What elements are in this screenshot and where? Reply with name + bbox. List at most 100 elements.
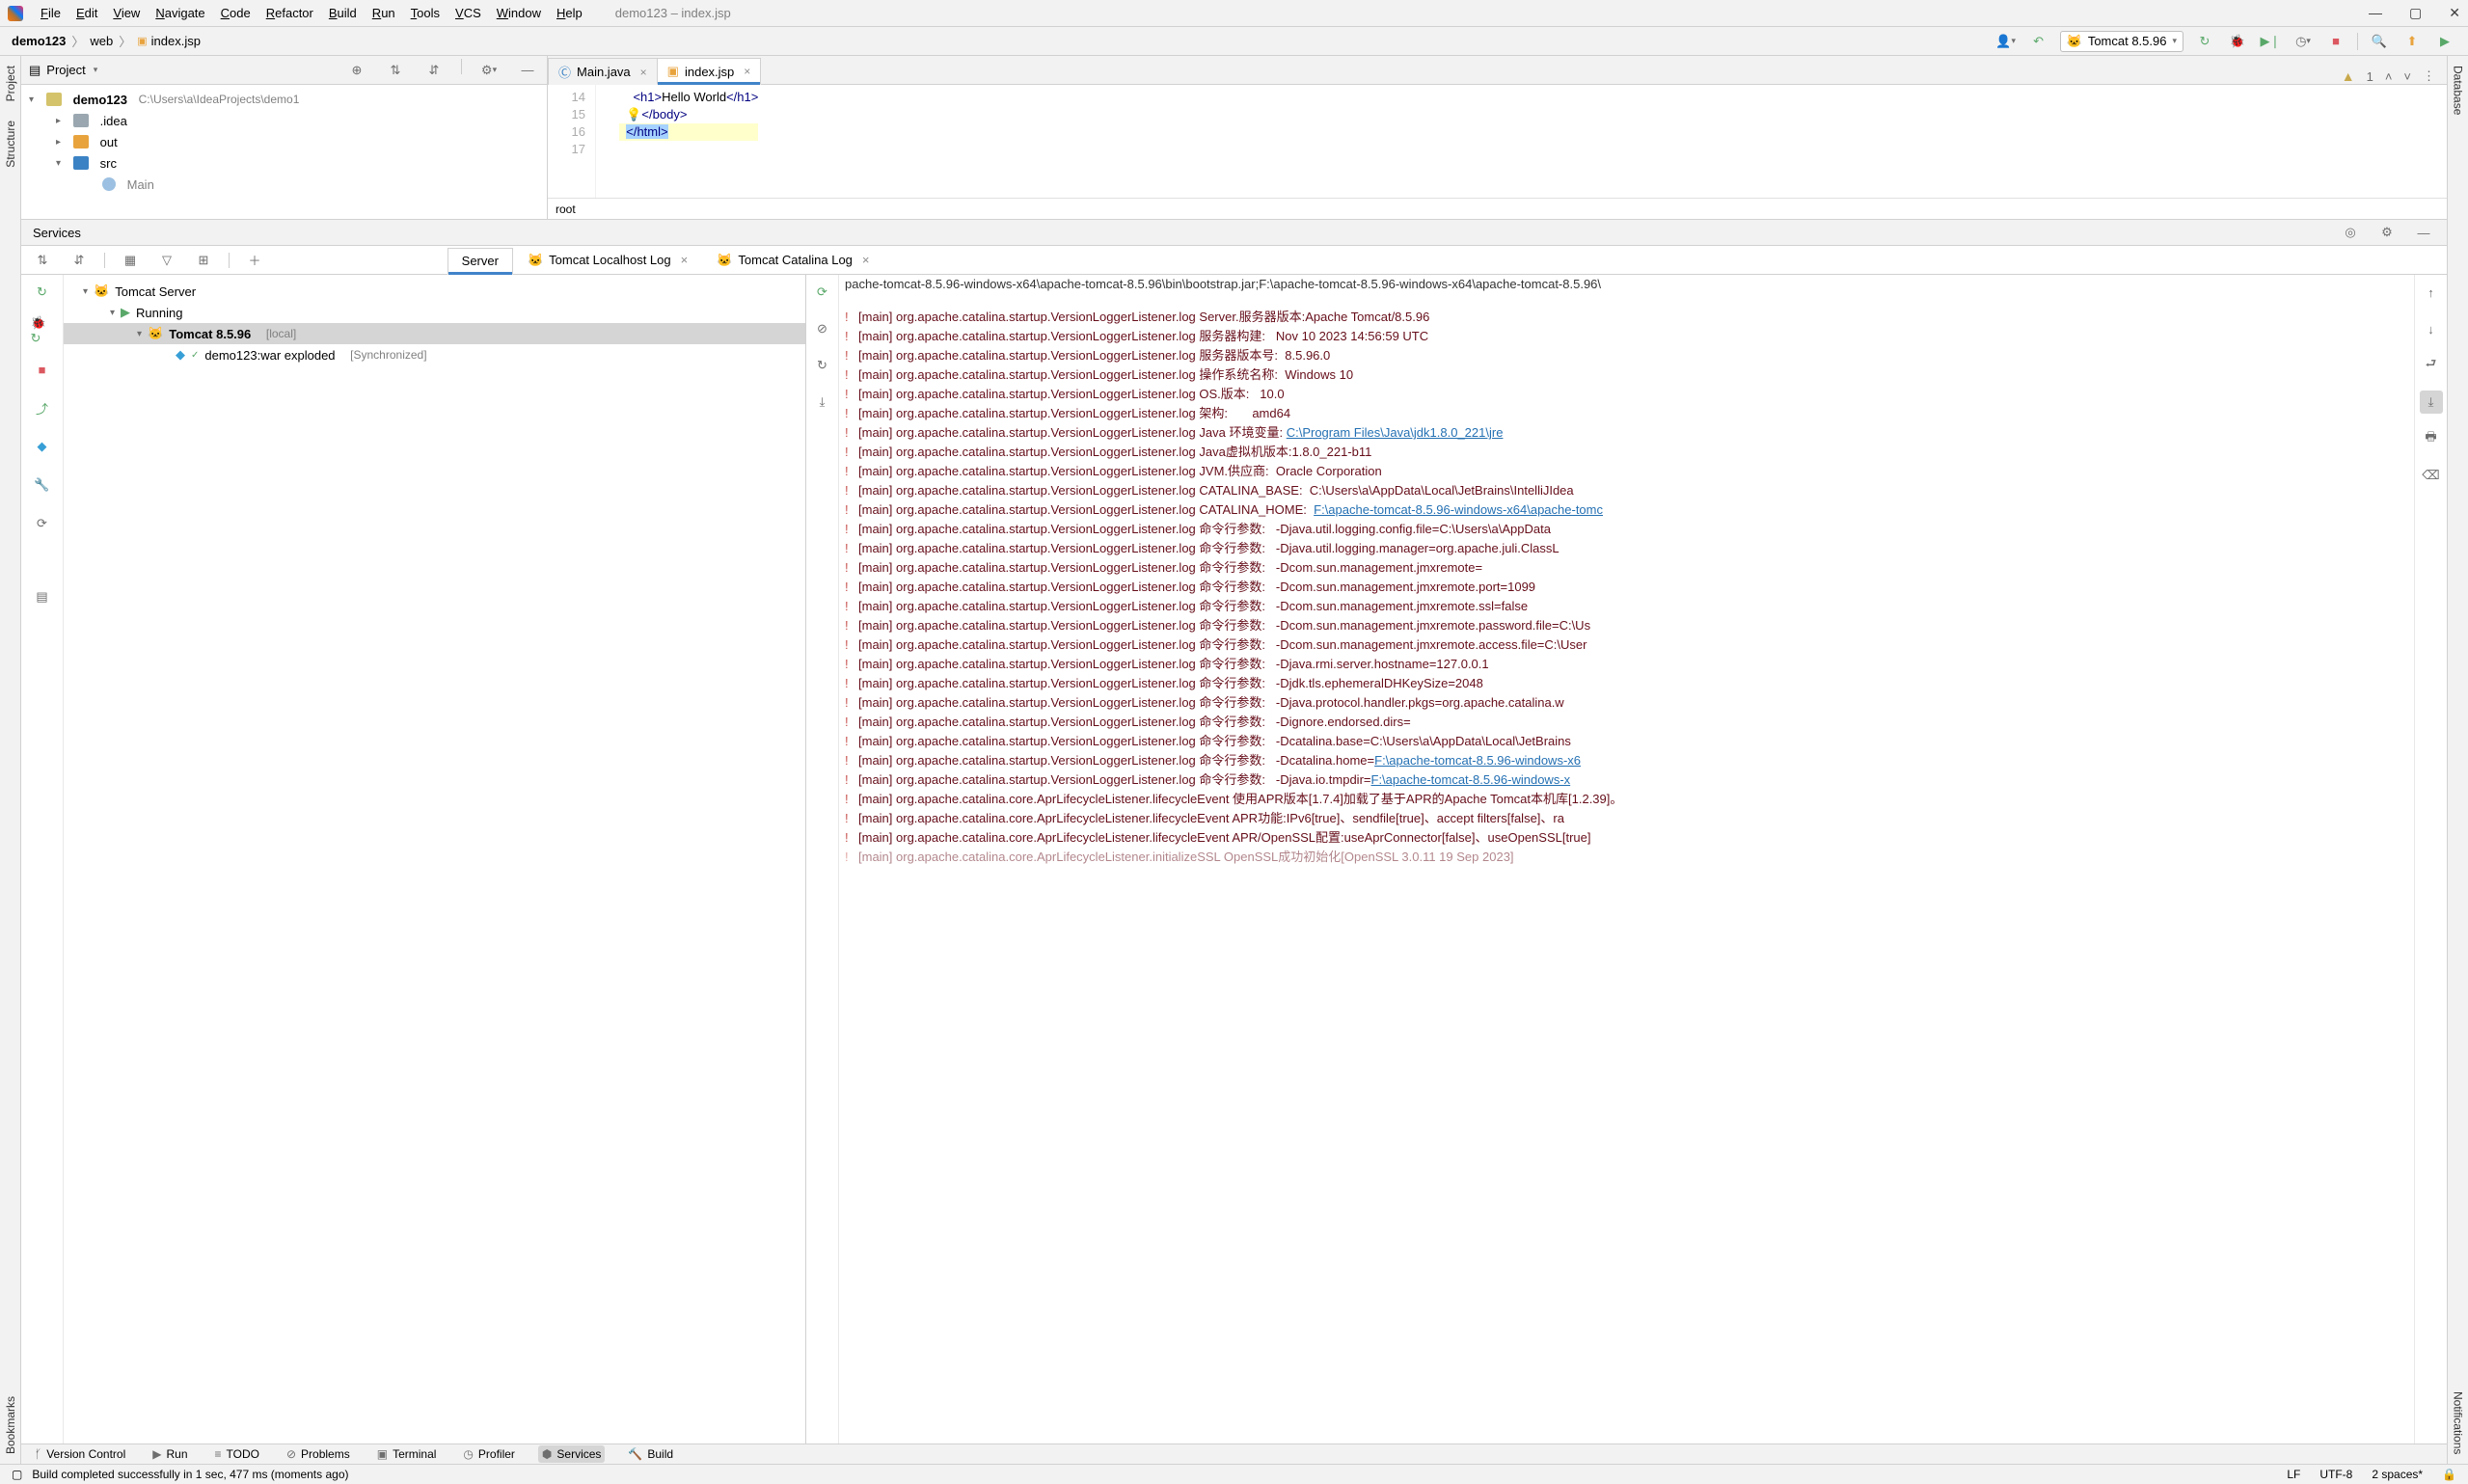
bottom-tab-services[interactable]: ⬢Services [538, 1445, 606, 1463]
view-mode-icon[interactable]: ⊞ [192, 249, 215, 272]
bottom-tab-version-control[interactable]: ᚶVersion Control [31, 1445, 129, 1463]
next-highlight-icon[interactable]: ˅ [2403, 69, 2411, 84]
localhost-log-tab[interactable]: 🐱Tomcat Localhost Log× [513, 247, 702, 274]
run-button[interactable]: ↻ [2193, 30, 2216, 53]
settings-gear-icon[interactable]: ⚙▾ [477, 59, 501, 82]
indent-info[interactable]: 2 spaces* [2372, 1468, 2423, 1481]
print-icon[interactable]: 🖶 [2420, 427, 2443, 450]
services-title: Services [33, 226, 81, 240]
editor-tab-main-java[interactable]: ⒸMain.java× [548, 58, 658, 85]
bottom-tab-run[interactable]: ▶Run [149, 1445, 191, 1463]
catalina-log-tab[interactable]: 🐱Tomcat Catalina Log× [702, 247, 883, 274]
close-icon[interactable]: ✕ [2449, 5, 2460, 21]
project-tool-tab[interactable]: Project [2, 56, 19, 111]
bottom-tab-profiler[interactable]: ◷Profiler [459, 1445, 519, 1463]
bookmarks-tool-tab[interactable]: Bookmarks [2, 1387, 19, 1464]
bottom-tab-terminal[interactable]: ▣Terminal [373, 1445, 441, 1463]
add-service-icon[interactable]: ＋ [243, 249, 266, 272]
warning-count-icon[interactable]: ▲ [2342, 68, 2355, 84]
artifacts-icon[interactable]: ◆ [31, 435, 54, 458]
select-opened-file-icon[interactable]: ⊕ [345, 59, 368, 82]
up-arrow-icon[interactable]: ↑ [2420, 281, 2443, 304]
services-settings-icon[interactable]: ⚙ [2375, 221, 2399, 244]
stop-server-icon[interactable]: ■ [31, 358, 54, 381]
menu-tools[interactable]: Tools [403, 3, 447, 23]
soft-wrap-icon[interactable]: ⮐ [2420, 354, 2443, 377]
console-output[interactable]: pache-tomcat-8.5.96-windows-x64\apache-t… [839, 275, 2414, 1444]
bottom-tab-todo[interactable]: ≡TODO [211, 1445, 263, 1463]
editor-more-icon[interactable]: ⋮ [2423, 68, 2435, 84]
minimize-icon[interactable]: — [2369, 5, 2382, 21]
bottom-tab-build[interactable]: 🔨Build [624, 1445, 677, 1463]
close-tab-icon[interactable]: × [862, 253, 870, 267]
server-output-tab[interactable]: Server [447, 248, 513, 275]
services-toolbar: ⇅ ⇵ ▦ ▽ ⊞ ＋ Server 🐱Tomcat Localhost Log… [21, 246, 2447, 275]
menu-view[interactable]: View [105, 3, 148, 23]
ide-update-icon[interactable]: ⬆ [2400, 30, 2424, 53]
redeploy-icon[interactable]: 🐞↻ [31, 319, 54, 342]
rerun-icon[interactable]: ↻ [31, 281, 54, 304]
search-everywhere-icon[interactable]: 🔍 [2368, 30, 2391, 53]
collapse-all-icon[interactable]: ⇵ [422, 59, 446, 82]
services-tree[interactable]: ▾🐱Tomcat Server ▾▶Running ▾🐱Tomcat 8.5.9… [64, 275, 806, 1444]
wrench-icon[interactable]: 🔧 [31, 473, 54, 497]
update-app-icon[interactable]: ⤴ [31, 396, 54, 419]
scroll-end-icon[interactable]: ⤓ [2420, 391, 2443, 414]
hide-services-icon[interactable]: — [2412, 221, 2435, 244]
breadcrumb[interactable]: demo123〉 web〉 ▣index.jsp [12, 32, 201, 50]
expand-icon[interactable]: ⇅ [31, 249, 54, 272]
group-icon[interactable]: ▦ [119, 249, 142, 272]
menu-window[interactable]: Window [489, 3, 549, 23]
menu-help[interactable]: Help [549, 3, 590, 23]
profile-button[interactable]: ◷▾ [2292, 30, 2315, 53]
debug-button[interactable]: 🐞 [2226, 30, 2249, 53]
menu-build[interactable]: Build [321, 3, 365, 23]
menu-code[interactable]: Code [213, 3, 258, 23]
close-tab-icon[interactable]: × [744, 65, 750, 78]
file-encoding[interactable]: UTF-8 [2319, 1468, 2352, 1481]
run-configuration-selector[interactable]: 🐱Tomcat 8.5.96▾ [2060, 31, 2183, 52]
collapse-icon[interactable]: ⇵ [68, 249, 91, 272]
target-icon[interactable]: ◎ [2339, 221, 2362, 244]
menu-vcs[interactable]: VCS [447, 3, 489, 23]
toggle-soft-wrap-icon[interactable]: ↻ [811, 354, 834, 377]
line-separator[interactable]: LF [2287, 1468, 2300, 1481]
editor-gutter[interactable]: 14151617 [548, 85, 596, 198]
editor-breadcrumb[interactable]: root [548, 198, 2447, 219]
project-tree[interactable]: ▾ demo123 C:\Users\a\IdeaProjects\demo1 … [21, 85, 547, 219]
rerun-console-icon[interactable]: ⟳ [811, 281, 834, 304]
editor-tab-index-jsp[interactable]: ▣index.jsp× [657, 58, 762, 85]
back-arrow-icon[interactable]: ↶ [2027, 30, 2050, 53]
readonly-lock-icon[interactable]: 🔒 [2442, 1468, 2456, 1481]
clear-icon[interactable]: ⌫ [2420, 464, 2443, 487]
scroll-to-end-icon[interactable]: ⤓ [811, 391, 834, 414]
add-user-icon[interactable]: 👤▾ [1994, 30, 2018, 53]
down-arrow-icon[interactable]: ↓ [2420, 317, 2443, 340]
database-tool-tab[interactable]: Database [2450, 56, 2467, 124]
notifications-tool-tab[interactable]: Notifications [2450, 1382, 2467, 1464]
expand-all-icon[interactable]: ⇅ [384, 59, 407, 82]
editor-code[interactable]: <h1>Hello World</h1> 💡</body> </html> [596, 85, 758, 198]
filter-icon[interactable]: ▽ [155, 249, 178, 272]
hide-panel-icon[interactable]: — [516, 59, 539, 82]
coverage-button[interactable]: ▶❘ [2259, 30, 2282, 53]
refresh-icon[interactable]: ⟳ [31, 512, 54, 535]
menu-edit[interactable]: Edit [68, 3, 105, 23]
run-anything-icon[interactable]: ▶ [2433, 30, 2456, 53]
stop-console-icon[interactable]: ⊘ [811, 317, 834, 340]
stop-button[interactable]: ■ [2324, 30, 2347, 53]
prev-highlight-icon[interactable]: ˄ [2385, 69, 2393, 84]
bottom-tab-problems[interactable]: ⊘Problems [283, 1445, 354, 1463]
close-tab-icon[interactable]: × [640, 66, 647, 79]
structure-tool-tab[interactable]: Structure [2, 111, 19, 177]
menu-navigate[interactable]: Navigate [148, 3, 212, 23]
project-view-title[interactable]: Project [46, 63, 85, 77]
menu-file[interactable]: File [33, 3, 68, 23]
menu-run[interactable]: Run [365, 3, 403, 23]
maximize-icon[interactable]: ▢ [2409, 5, 2422, 21]
status-bar: ▢ Build completed successfully in 1 sec,… [0, 1464, 2468, 1484]
status-icon[interactable]: ▢ [12, 1468, 22, 1481]
layout-icon[interactable]: ▤ [31, 585, 54, 608]
menu-refactor[interactable]: Refactor [258, 3, 321, 23]
close-tab-icon[interactable]: × [681, 253, 689, 267]
